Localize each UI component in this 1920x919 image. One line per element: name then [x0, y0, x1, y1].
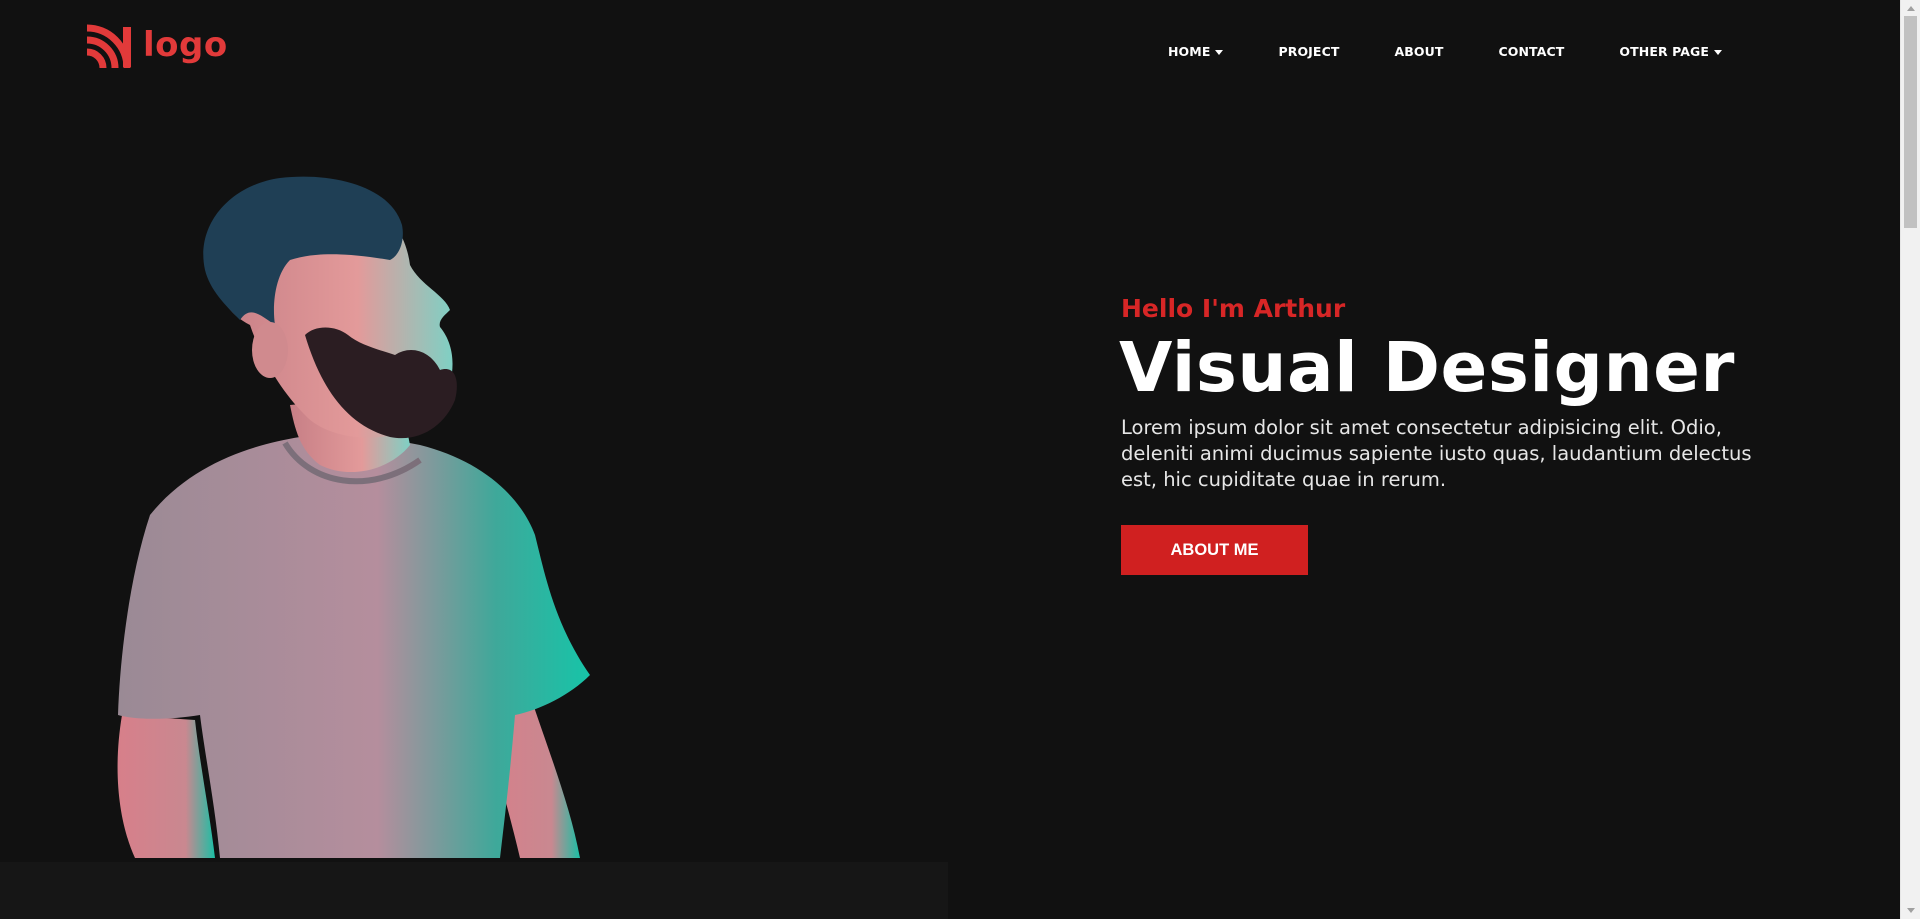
nav-other-page[interactable]: OTHER PAGE [1619, 44, 1723, 59]
caret-down-icon [1714, 49, 1723, 55]
hero-portrait [100, 175, 640, 858]
hero-description: Lorem ipsum dolor sit amet consectetur a… [1121, 416, 1752, 491]
bottom-section-edge [0, 862, 948, 919]
page-scrollbar[interactable] [1900, 0, 1920, 919]
landing-page: logo HOME PROJECT ABOUT CONTACT OTHER PA… [0, 0, 1920, 919]
nav-contact-label: CONTACT [1498, 44, 1565, 59]
scrollbar-thumb[interactable] [1904, 16, 1917, 228]
rss-feed-icon [87, 24, 131, 70]
scroll-up-icon[interactable] [1907, 6, 1915, 11]
logo-link[interactable]: logo [87, 24, 228, 70]
caret-down-icon [1215, 49, 1224, 55]
main-nav: HOME PROJECT ABOUT CONTACT OTHER PAGE [1168, 44, 1723, 59]
nav-about[interactable]: ABOUT [1394, 44, 1443, 59]
logo-text: logo [143, 25, 228, 65]
nav-home-label: HOME [1168, 44, 1211, 59]
nav-home[interactable]: HOME [1168, 44, 1224, 59]
hero-section: Hello I'm Arthur Visual Designer Lorem i… [1119, 293, 1801, 575]
scroll-down-icon[interactable] [1907, 908, 1915, 913]
nav-project-label: PROJECT [1278, 44, 1340, 59]
nav-about-label: ABOUT [1394, 44, 1444, 59]
nav-contact[interactable]: CONTACT [1499, 44, 1565, 59]
hero-title: Visual Designer [1119, 328, 1735, 408]
nav-other-page-label: OTHER PAGE [1619, 44, 1710, 59]
about-me-button[interactable]: ABOUT ME [1121, 525, 1308, 575]
hero-greeting: Hello I'm Arthur [1121, 294, 1346, 323]
nav-project[interactable]: PROJECT [1278, 44, 1339, 59]
